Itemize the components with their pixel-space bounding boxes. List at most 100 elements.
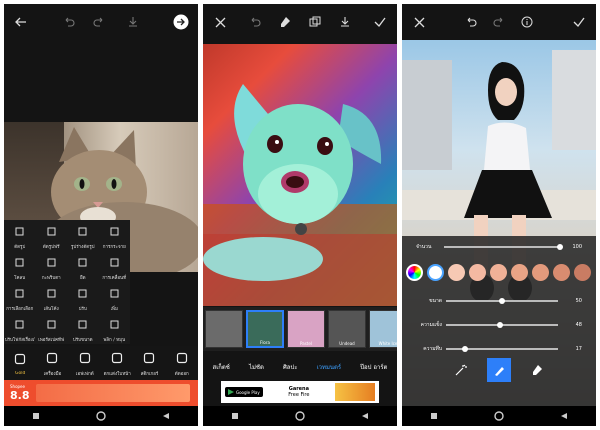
bottom-tool-label: ตกแต่งใบหน้า (103, 372, 131, 377)
filter-thumbnail[interactable]: White Ice (369, 310, 397, 348)
tool-item[interactable]: การกระจาย (99, 220, 131, 251)
undo-icon[interactable] (460, 11, 482, 33)
home-icon[interactable] (491, 408, 507, 424)
recents-icon[interactable] (28, 408, 44, 424)
color-picker-icon[interactable] (406, 263, 423, 281)
tool-label: เพอร์สเปคทีฟ (38, 338, 65, 343)
eraser-icon[interactable] (274, 11, 296, 33)
download-icon[interactable] (334, 11, 356, 33)
tool-item[interactable]: ปรับ (67, 282, 99, 313)
skin-tone-swatch[interactable] (448, 263, 465, 281)
back-icon[interactable] (158, 408, 174, 424)
filter-category-tab[interactable]: เวทมนตร์ (317, 362, 342, 372)
tool-item[interactable]: เพิ่ม (99, 282, 131, 313)
skin-tone-swatch[interactable] (532, 263, 549, 281)
undo-icon[interactable] (244, 11, 266, 33)
back-arrow-icon[interactable] (10, 11, 32, 33)
bottom-tool-label: ตัดออก (174, 372, 189, 377)
compare-icon[interactable] (304, 11, 326, 33)
filter-category-tab[interactable]: ศิลปะ (283, 362, 298, 372)
bottom-tool-item[interactable]: เครื่องมือ (39, 349, 65, 377)
tool-item[interactable]: พลิก / หมุน (99, 313, 131, 344)
bottom-tool-item[interactable]: Gold (7, 350, 33, 376)
brush-icon[interactable] (487, 358, 511, 382)
tool-item[interactable]: โคลน (4, 251, 36, 282)
skin-tone-swatch[interactable] (511, 263, 528, 281)
top-toolbar (203, 4, 397, 40)
brush-slider[interactable] (446, 297, 558, 304)
undo-icon[interactable] (58, 11, 80, 33)
filter-name: White Ice (378, 341, 397, 346)
ad-image (335, 383, 375, 401)
magic-wand-icon[interactable] (449, 358, 473, 382)
close-icon[interactable] (209, 11, 231, 33)
shape-crop-icon (78, 221, 87, 240)
info-icon[interactable] (516, 11, 538, 33)
next-arrow-icon[interactable] (170, 11, 192, 33)
filter-category-tab[interactable]: ป๊อป อาร์ต (360, 362, 387, 372)
bottom-tool-item[interactable]: ตัดออก (169, 349, 195, 377)
filter-category-tab[interactable]: ไม่ชัด (249, 362, 264, 372)
tool-label: ปรับ (78, 307, 87, 312)
bottom-tool-item[interactable]: ตกแต่งใบหน้า (103, 349, 131, 377)
ad-banner[interactable]: Google Play Garena Free Fire (221, 381, 379, 403)
filter-thumbnail[interactable] (205, 310, 243, 348)
adjust-icon (78, 283, 87, 302)
bottom-tool-item[interactable]: เอฟเฟกต์ (72, 349, 98, 377)
tool-item[interactable]: เพอร์สเปคทีฟ (36, 313, 68, 344)
home-icon[interactable] (292, 408, 308, 424)
tool-item[interactable]: การเคลื่อนที่ (99, 251, 131, 282)
skin-tone-swatch[interactable] (574, 263, 591, 281)
editor-tools-screen: ตัดรูป ตัดรูปฟรี รูปร่างตัดรูป การกระจายโคล… (4, 4, 198, 426)
redo-icon[interactable] (88, 11, 110, 33)
ad-banner[interactable]: Shopee 8.8 (4, 380, 198, 406)
amount-slider[interactable] (444, 243, 563, 250)
apply-check-icon[interactable] (369, 11, 391, 33)
slider-knob[interactable] (462, 345, 469, 352)
filter-thumbnail[interactable]: Flora (246, 310, 284, 348)
eraser-icon[interactable] (525, 358, 549, 382)
tool-item[interactable]: ปรับโฟกัสเรื่องเรื่อง (4, 313, 36, 344)
bottom-tool-item[interactable]: สติกเกอร์ (136, 349, 162, 377)
apply-check-icon[interactable] (568, 11, 590, 33)
tool-label: กะพริบตา (41, 276, 61, 281)
tool-item[interactable]: ตัดรูปฟรี (36, 220, 68, 251)
tool-item[interactable]: ปรับขนาด (67, 313, 99, 344)
slider-value: 50 (575, 298, 582, 304)
slider-knob[interactable] (557, 243, 563, 250)
banner-text: 8.8 (10, 389, 30, 402)
enhance-icon (110, 283, 119, 302)
cutout-icon (176, 349, 188, 368)
bottom-tool-label: สติกเกอร์ (140, 372, 159, 377)
skin-tone-swatch[interactable] (490, 263, 507, 281)
home-icon[interactable] (93, 408, 109, 424)
tool-item[interactable]: เส้นโค้ง (36, 282, 68, 313)
android-nav-bar (4, 406, 198, 426)
tool-item[interactable]: ยืด (67, 251, 99, 282)
redo-icon[interactable] (488, 11, 510, 33)
slider-knob[interactable] (499, 297, 505, 304)
back-icon[interactable] (556, 408, 572, 424)
download-icon[interactable] (122, 11, 144, 33)
recents-icon[interactable] (227, 408, 243, 424)
top-toolbar (4, 4, 198, 40)
back-icon[interactable] (357, 408, 373, 424)
tool-item[interactable]: การเลือกเลือก (4, 282, 36, 313)
photo-canvas[interactable] (203, 44, 397, 306)
filter-thumbnail[interactable]: Pastel (287, 310, 325, 348)
tool-item[interactable]: รูปร่างตัดรูป (67, 220, 99, 251)
skin-tone-swatch[interactable] (469, 263, 486, 281)
android-nav-bar (203, 406, 397, 426)
brush-slider[interactable] (446, 321, 558, 328)
recents-icon[interactable] (426, 408, 442, 424)
close-icon[interactable] (408, 11, 430, 33)
skin-tone-swatch[interactable] (553, 263, 570, 281)
slider-knob[interactable] (496, 321, 503, 328)
filter-thumbnail[interactable]: Undead (328, 310, 366, 348)
brush-slider[interactable] (446, 345, 558, 352)
flip-rotate-icon (110, 314, 119, 333)
skin-tone-swatch[interactable] (427, 263, 444, 281)
filter-category-tab[interactable]: สเก็ตช์ (213, 362, 230, 372)
tool-item[interactable]: กะพริบตา (36, 251, 68, 282)
tool-item[interactable]: ตัดรูป (4, 220, 36, 251)
